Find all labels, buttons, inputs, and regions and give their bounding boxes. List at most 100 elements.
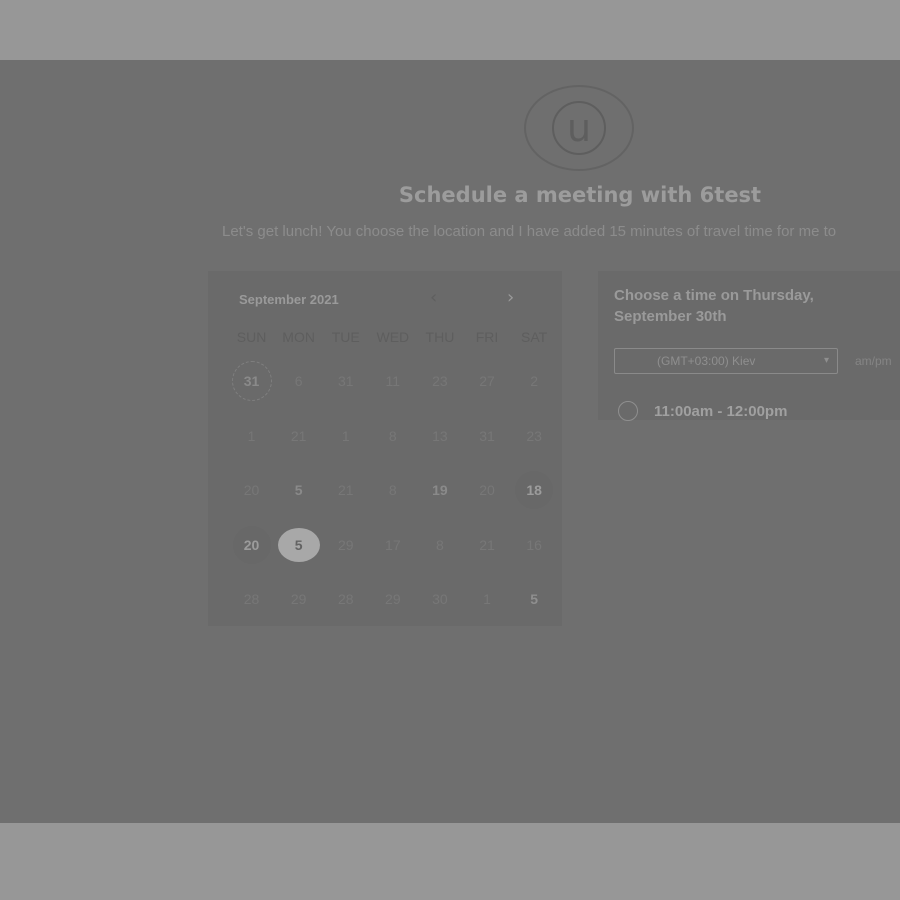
calendar-day: 2 (511, 361, 558, 401)
calendar-day: 28 (322, 579, 369, 619)
weekday-header: SUN MON TUE WED THU FRI SAT (228, 329, 558, 345)
day-number: 21 (479, 536, 495, 553)
calendar-day: 27 (463, 361, 510, 401)
day-number: 1 (247, 427, 256, 444)
weekday-label: SAT (521, 329, 548, 345)
chevron-right-icon[interactable]: › (507, 287, 514, 308)
calendar-day: 20 (228, 470, 275, 510)
day-number: 8 (388, 482, 397, 499)
day-number: 18 (515, 471, 554, 510)
day-number: 19 (432, 482, 448, 499)
calendar-day: 21 (463, 525, 510, 565)
day-number: 20 (232, 525, 271, 564)
day-number: 1 (341, 427, 350, 444)
calendar-day: 30 (416, 579, 463, 619)
day-number: 20 (243, 482, 260, 499)
day-number: 29 (290, 591, 307, 608)
calendar-day: 6 (275, 361, 322, 401)
avatar-letter: u (552, 101, 606, 155)
avatar: u (524, 85, 634, 171)
weekday-label: SUN (236, 329, 267, 345)
time-slot[interactable]: 11:00am - 12:00pm (618, 401, 787, 421)
weekday-label: FRI (475, 329, 499, 345)
day-number: 17 (385, 536, 401, 553)
calendar-day: 31 (322, 361, 369, 401)
calendar-day-available[interactable]: 20 (228, 525, 275, 565)
time-picker-panel: Choose a time on Thursday, September 30t… (598, 271, 900, 421)
calendar-grid: 31 6 31 11 23 27 2 1 21 1 8 13 31 23 20 … (228, 354, 558, 627)
day-number: 2 (530, 373, 538, 390)
calendar-day: 13 (416, 416, 463, 456)
calendar-week: 20 5 21 8 19 20 18 (228, 463, 558, 518)
calendar-week: 28 29 28 29 30 1 5 (228, 572, 558, 627)
chevron-left-icon[interactable]: ‹ (430, 287, 437, 308)
calendar-day: 5 (511, 579, 558, 619)
day-number: 23 (526, 427, 542, 444)
event-description: Let's get lunch! You choose the location… (222, 223, 837, 240)
day-number: 29 (385, 591, 401, 608)
calendar-day: 31 (228, 361, 275, 402)
time-slot-label: 11:00am - 12:00pm (654, 402, 788, 420)
calendar-day-available[interactable]: 18 (511, 470, 558, 510)
timezone-value: (GMT+03:00) Kiev (657, 354, 756, 368)
weekday-label: MON (282, 329, 315, 345)
day-number: 5 (530, 591, 538, 608)
calendar-week: 1 21 1 8 13 31 23 (228, 409, 558, 464)
calendar-day: 23 (416, 361, 463, 401)
day-number: 28 (243, 591, 260, 608)
calendar-day: 20 (463, 470, 510, 510)
day-number: 5 (294, 482, 303, 499)
day-number: 31 (231, 361, 272, 402)
calendar-month-label: September 2021 (239, 292, 339, 307)
timezone-select[interactable]: (GMT+03:00) Kiev ▾ (614, 348, 838, 374)
calendar-day: 29 (275, 579, 322, 619)
booking-page: u Schedule a meeting with 6test Let's ge… (0, 60, 900, 823)
day-number: 27 (479, 373, 495, 390)
calendar-day: 8 (369, 416, 416, 456)
weekday-label: TUE (331, 329, 360, 345)
calendar-day-selected[interactable]: 5 (275, 525, 322, 565)
day-number: 5 (277, 527, 320, 562)
calendar-week: 31 6 31 11 23 27 2 (228, 354, 558, 409)
calendar-day: 8 (416, 525, 463, 565)
day-number: 8 (436, 536, 444, 553)
day-number: 8 (388, 427, 397, 444)
day-number: 20 (479, 482, 495, 499)
time-picker-heading: Choose a time on Thursday, September 30t… (614, 287, 814, 325)
calendar-day: 5 (275, 470, 322, 510)
time-format-toggle[interactable]: am/pm (855, 354, 892, 368)
calendar-day: 11 (369, 361, 416, 401)
calendar: September 2021 ‹ › SUN MON TUE WED THU F… (208, 271, 562, 626)
weekday-label: THU (425, 329, 455, 345)
calendar-day: 31 (463, 416, 510, 456)
day-number: 28 (337, 591, 354, 608)
calendar-day: 1 (322, 416, 369, 456)
day-number: 21 (337, 482, 354, 499)
day-number: 31 (337, 373, 354, 390)
calendar-day: 1 (463, 579, 510, 619)
calendar-week: 20 5 29 17 8 21 16 (228, 518, 558, 573)
weekday-label: WED (376, 329, 410, 345)
calendar-day: 29 (322, 525, 369, 565)
chevron-down-icon: ▾ (823, 355, 829, 366)
radio-button[interactable] (618, 401, 638, 421)
page-title: Schedule a meeting with 6test (398, 183, 762, 207)
calendar-day: 28 (228, 579, 275, 619)
day-number: 6 (294, 373, 303, 390)
day-number: 16 (526, 536, 542, 553)
calendar-day: 29 (369, 579, 416, 619)
day-number: 11 (385, 373, 401, 390)
calendar-day: 16 (511, 525, 558, 565)
day-number: 21 (290, 427, 307, 444)
calendar-day: 21 (275, 416, 322, 456)
day-number: 31 (479, 427, 495, 444)
calendar-day: 17 (369, 525, 416, 565)
calendar-day: 21 (322, 470, 369, 510)
day-number: 1 (483, 591, 491, 608)
day-number: 29 (337, 536, 354, 553)
calendar-day: 23 (511, 416, 558, 456)
calendar-day: 1 (228, 416, 275, 456)
calendar-day: 19 (416, 470, 463, 510)
day-number: 13 (432, 427, 448, 444)
day-number: 30 (432, 591, 448, 608)
